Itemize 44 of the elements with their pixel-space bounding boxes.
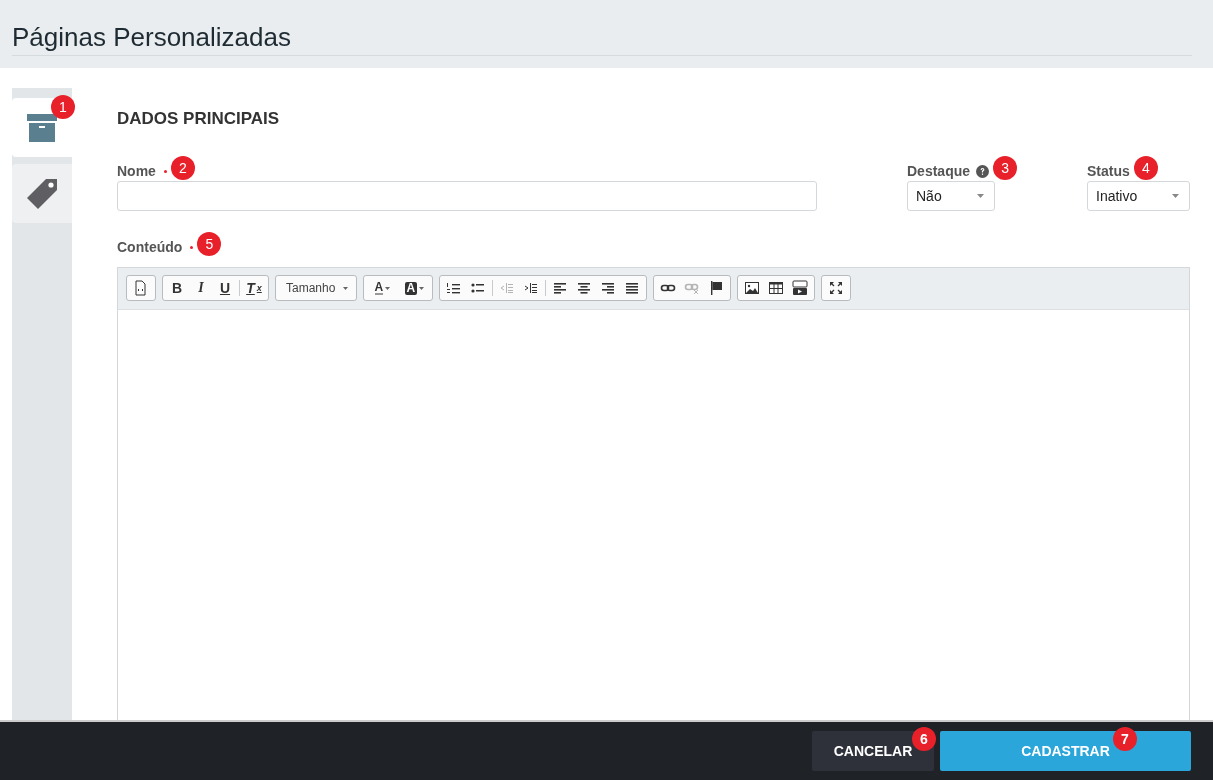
dropdown-caret-icon: [1172, 194, 1179, 198]
page-title: Páginas Personalizadas: [12, 0, 1192, 56]
archive-box-icon: [27, 113, 57, 142]
price-tag-icon: [26, 177, 58, 210]
number-badge: 2: [170, 155, 195, 180]
name-input-field[interactable]: [117, 181, 817, 211]
dropdown-caret-icon: [977, 194, 984, 198]
font-size-dropdown[interactable]: Tamanho: [278, 277, 355, 299]
text-color-button[interactable]: A: [366, 277, 399, 299]
flag-icon[interactable]: [708, 280, 725, 296]
document-code-icon[interactable]: [133, 280, 149, 296]
help-icon[interactable]: [976, 164, 990, 178]
number-badge: 5: [197, 231, 222, 256]
field-label: Destaque: [907, 163, 971, 179]
side-tab[interactable]: [12, 164, 72, 223]
bold-button[interactable]: B: [165, 277, 189, 299]
align-right-icon[interactable]: [600, 280, 617, 296]
dropdown-caret-icon: [343, 286, 349, 290]
video-play-icon[interactable]: [792, 280, 809, 296]
indent-icon[interactable]: [523, 280, 540, 296]
number-badge: 4: [1133, 155, 1158, 180]
field-label: Conteúdo: [117, 239, 183, 255]
background-color-button[interactable]: A: [398, 277, 431, 299]
field-label: Nome: [117, 163, 156, 179]
number-badge: 7: [1113, 727, 1137, 751]
align-left-icon[interactable]: [552, 280, 569, 296]
underline-button[interactable]: U: [213, 277, 237, 299]
number-badge: 3: [993, 155, 1018, 180]
select-field[interactable]: Não: [907, 181, 995, 211]
image-icon[interactable]: [744, 280, 761, 296]
section-title: DADOS PRINCIPAIS: [117, 109, 281, 130]
side-tab[interactable]: 1: [12, 98, 72, 157]
align-center-icon[interactable]: [576, 280, 593, 296]
select-field[interactable]: Inativo: [1087, 181, 1190, 211]
field-label: Status: [1087, 163, 1130, 179]
maximize-icon[interactable]: [828, 280, 845, 296]
dropdown-caret-icon: [419, 286, 425, 290]
dropdown-caret-icon: [385, 286, 391, 290]
number-badge: 1: [51, 95, 75, 119]
justify-icon[interactable]: [624, 280, 641, 296]
numbered-list-icon[interactable]: [446, 280, 463, 296]
table-icon[interactable]: [768, 280, 785, 296]
italic-button[interactable]: I: [189, 277, 213, 299]
number-badge: 6: [912, 727, 936, 751]
